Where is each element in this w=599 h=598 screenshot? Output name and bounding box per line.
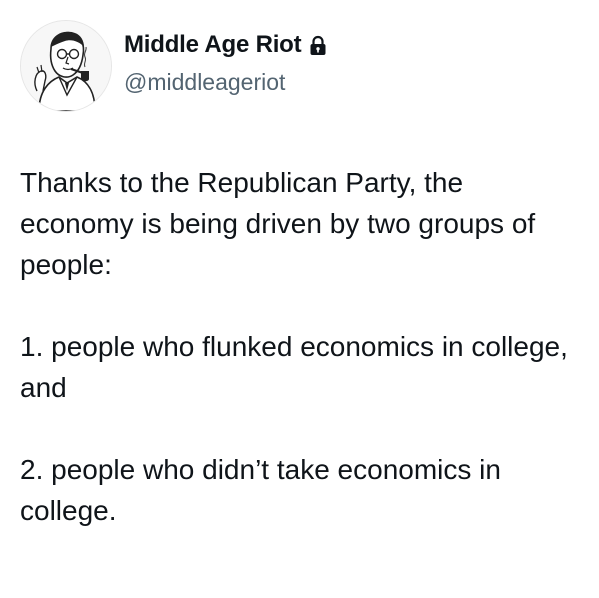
lock-icon bbox=[310, 35, 326, 55]
illustrated-man-with-pipe-avatar-icon bbox=[21, 21, 111, 111]
tweet-header: Middle Age Riot @middleageriot bbox=[20, 20, 580, 112]
display-name-row: Middle Age Riot bbox=[124, 28, 327, 62]
author-handle[interactable]: @middleageriot bbox=[124, 66, 327, 98]
tweet-paragraph: Thanks to the Republican Party, the econ… bbox=[20, 167, 536, 280]
avatar[interactable] bbox=[20, 20, 112, 112]
tweet-paragraph: 1. people who flunked economics in colle… bbox=[20, 331, 568, 403]
tweet-card: Middle Age Riot @middleageriot Thanks to… bbox=[0, 0, 599, 598]
tweet-paragraph: 2. people who didn’t take economics in c… bbox=[20, 454, 501, 526]
author-names: Middle Age Riot @middleageriot bbox=[124, 28, 327, 98]
display-name[interactable]: Middle Age Riot bbox=[124, 28, 302, 62]
tweet-text: Thanks to the Republican Party, the econ… bbox=[20, 162, 580, 531]
